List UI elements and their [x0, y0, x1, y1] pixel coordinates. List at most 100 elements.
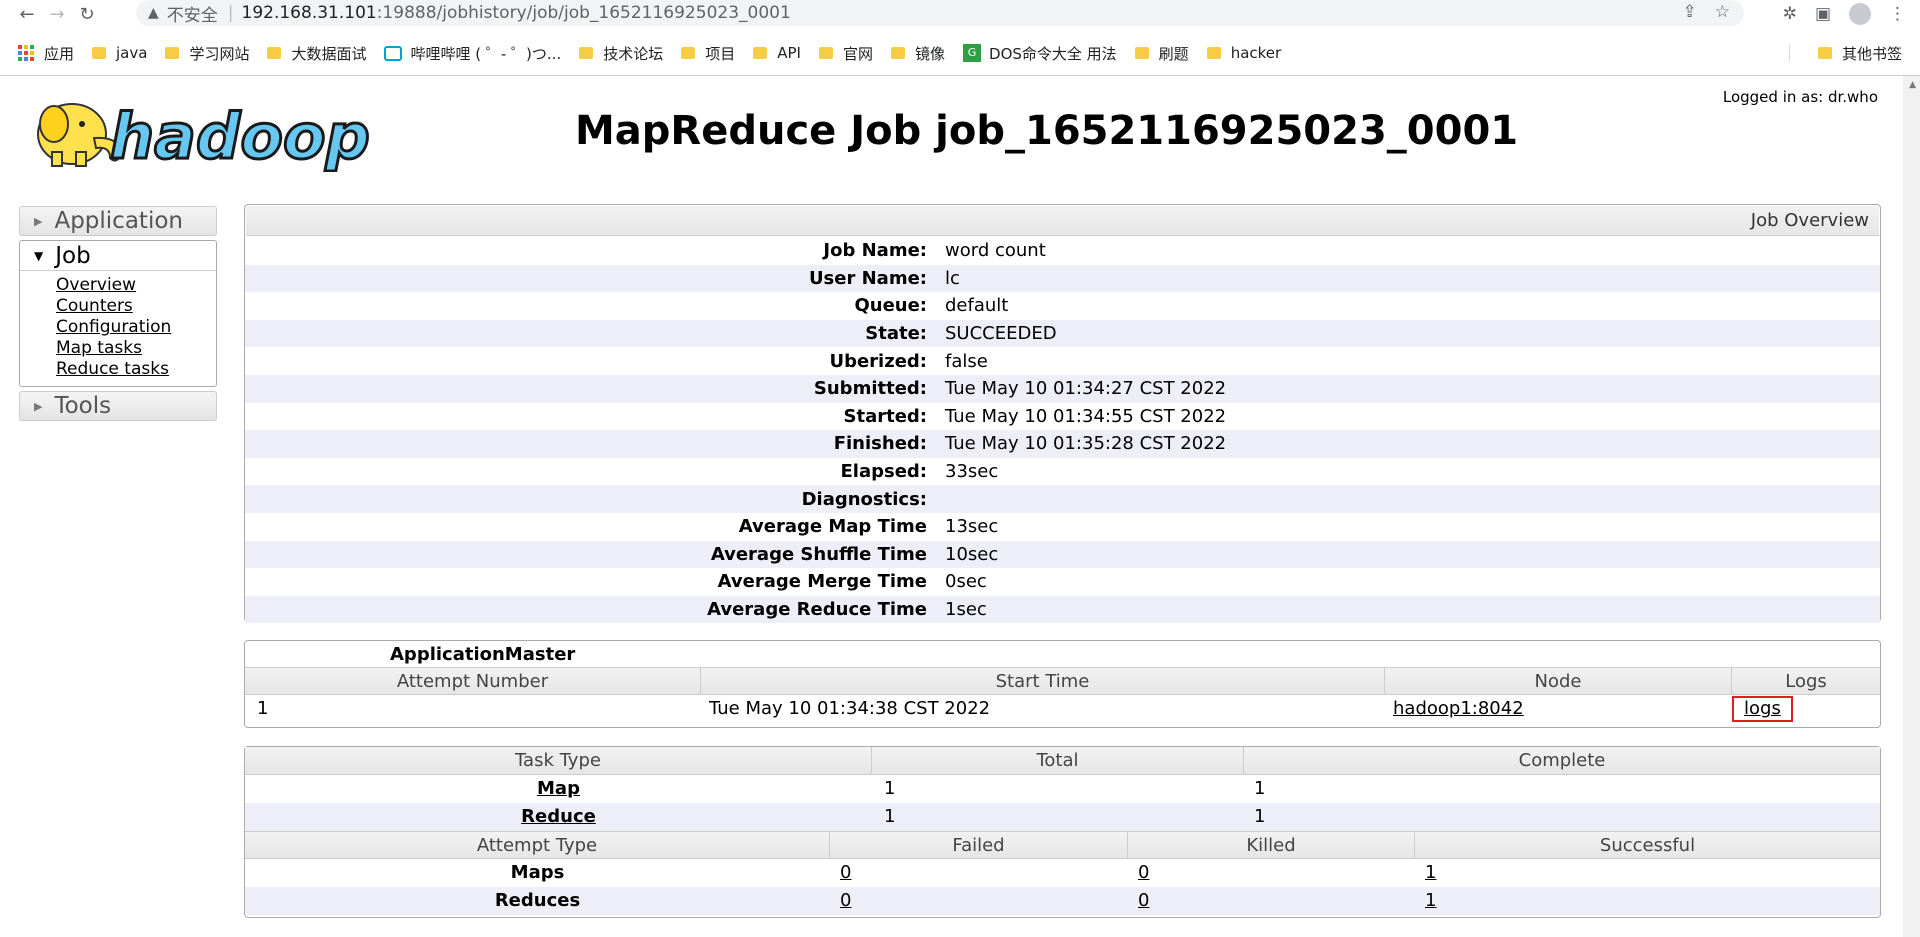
attempt-number: 1 [257, 698, 269, 719]
nav-link-configuration[interactable]: Configuration [56, 317, 216, 338]
column-header[interactable]: Task Type [245, 747, 872, 774]
overview-row: Average Reduce Time 1sec [245, 595, 1880, 624]
bookmark-label: 镜像 [915, 44, 946, 63]
profile-avatar[interactable] [1849, 3, 1871, 25]
star-icon[interactable]: ☆ [1715, 2, 1730, 22]
row-label: State: [865, 323, 927, 345]
url-separator: | [227, 3, 234, 23]
table-row: Reduce 1 1 [245, 803, 1880, 831]
column-header[interactable]: Killed [1128, 832, 1415, 858]
row-value: 0sec [945, 571, 987, 593]
bookmark-java[interactable]: java [92, 44, 147, 62]
bookmark-mirror[interactable]: 镜像 [891, 43, 945, 64]
bookmark-hacker[interactable]: hacker [1206, 44, 1281, 62]
nav-link-overview[interactable]: Overview [56, 275, 216, 296]
nav-job[interactable]: ▼ Job [20, 241, 216, 271]
scroll-up-icon[interactable]: ▲ [1909, 80, 1916, 90]
bookmark-label: API [777, 44, 801, 62]
column-header[interactable]: Successful [1415, 832, 1880, 858]
successful-link[interactable]: 1 [1415, 859, 1880, 887]
column-header[interactable]: Attempt Type [245, 832, 830, 858]
row-value: word count [945, 240, 1046, 262]
back-icon[interactable]: ← [12, 4, 42, 25]
column-header[interactable]: Start Time [701, 668, 1385, 694]
menu-icon[interactable]: ⋮ [1889, 4, 1906, 24]
overview-row: Average Merge Time 0sec [245, 568, 1880, 596]
nav-link-reduce-tasks[interactable]: Reduce tasks [56, 359, 216, 380]
column-header[interactable]: Logs [1732, 668, 1880, 694]
bookmark-dos[interactable]: G DOS命令大全 用法 [963, 43, 1117, 64]
row-label: Job Name: [823, 240, 927, 262]
overview-row: State: SUCCEEDED [245, 319, 1880, 348]
forward-icon[interactable]: → [42, 4, 72, 25]
successful-link[interactable]: 1 [1415, 887, 1880, 915]
column-header[interactable]: Failed [830, 832, 1128, 858]
row-value: 1sec [945, 599, 987, 621]
bookmark-bigdata[interactable]: 大数据面试 [267, 43, 366, 64]
overview-row: Job Name: word count [245, 237, 1880, 265]
bookmark-projects[interactable]: 项目 [681, 43, 735, 64]
bookmark-practice[interactable]: 刷题 [1134, 43, 1189, 64]
column-header[interactable]: Attempt Number [245, 668, 701, 694]
task-total: 1 [884, 778, 896, 799]
row-label: Diagnostics: [801, 488, 927, 510]
folder-icon [1817, 47, 1832, 59]
row-label: Average Reduce Time [707, 599, 927, 621]
triangle-right-icon: ▶ [34, 214, 43, 228]
address-bar[interactable]: ▲ 不安全 | 192.168.31.101 :19888/jobhistory… [136, 0, 1744, 26]
column-header[interactable]: Complete [1244, 747, 1880, 774]
bookmark-study[interactable]: 学习网站 [165, 43, 249, 64]
bookmark-official[interactable]: 官网 [818, 43, 873, 64]
application-master-table: ApplicationMaster Attempt Number Start T… [244, 640, 1881, 728]
task-type-reduce-link[interactable]: Reduce [245, 803, 872, 831]
nav-link-map-tasks[interactable]: Map tasks [56, 338, 216, 359]
application-master-title: ApplicationMaster [390, 644, 576, 665]
table-row: Reduces 0 0 1 [245, 887, 1880, 915]
bookmark-other[interactable]: 其他书签 [1817, 40, 1902, 66]
bookmark-forum[interactable]: 技术论坛 [579, 43, 663, 64]
bookmark-api[interactable]: API [753, 44, 801, 62]
row-value: false [945, 350, 988, 372]
bookmark-apps[interactable]: 应用 [18, 43, 74, 64]
tasks-table: Task Type Total Complete Map 1 1 Reduce … [244, 746, 1881, 918]
row-value: lc [945, 267, 960, 289]
task-type-map-link[interactable]: Map [245, 775, 872, 803]
job-overview-header: Job Overview [246, 206, 1879, 236]
node-link[interactable]: hadoop1:8042 [1385, 695, 1732, 723]
folder-icon [891, 47, 905, 59]
task-complete: 1 [1254, 806, 1266, 827]
bookmark-bilibili[interactable]: 哔哩哔哩 ( ゜- ゜)つ... [384, 43, 561, 64]
failed-link[interactable]: 0 [830, 859, 1128, 887]
bookmark-label: 刷题 [1158, 44, 1189, 63]
failed-link[interactable]: 0 [830, 887, 1128, 915]
sidepanel-icon[interactable]: ▣ [1815, 4, 1831, 24]
folder-icon [681, 47, 696, 59]
killed-link[interactable]: 0 [1128, 887, 1415, 915]
sidebar-nav: ▶ Application ▼ Job Overview Counters Co… [19, 206, 217, 421]
logs-link[interactable]: logs [1732, 696, 1793, 722]
overview-row: User Name: lc [245, 264, 1880, 293]
bookmark-label: 大数据面试 [291, 44, 367, 63]
overview-row: Diagnostics: [245, 485, 1880, 513]
row-value: Tue May 10 01:34:27 CST 2022 [945, 378, 1227, 400]
extensions-icon[interactable]: ✲ [1783, 4, 1797, 24]
nav-link-counters[interactable]: Counters [56, 296, 216, 317]
column-header[interactable]: Node [1385, 668, 1732, 694]
nav-application[interactable]: ▶ Application [19, 206, 217, 236]
triangle-down-icon: ▼ [34, 248, 44, 263]
bookmark-label: 应用 [44, 44, 75, 63]
column-header[interactable]: Total [872, 747, 1244, 774]
row-label: Uberized: [829, 350, 927, 372]
killed-link[interactable]: 0 [1128, 859, 1415, 887]
table-row: Maps 0 0 1 [245, 859, 1880, 887]
folder-icon [1206, 47, 1221, 59]
reload-icon[interactable]: ↻ [72, 4, 102, 25]
overview-row: Started: Tue May 10 01:34:55 CST 2022 [245, 403, 1880, 431]
nav-tools[interactable]: ▶ Tools [19, 391, 217, 421]
url-host: 192.168.31.101 [241, 3, 377, 23]
vertical-scrollbar[interactable] [1903, 76, 1920, 937]
share-icon[interactable]: ⇪ [1683, 2, 1697, 22]
row-label: Elapsed: [840, 461, 927, 483]
bookmark-label: 其他书签 [1841, 44, 1902, 63]
nav-job-label: Job [55, 242, 91, 269]
